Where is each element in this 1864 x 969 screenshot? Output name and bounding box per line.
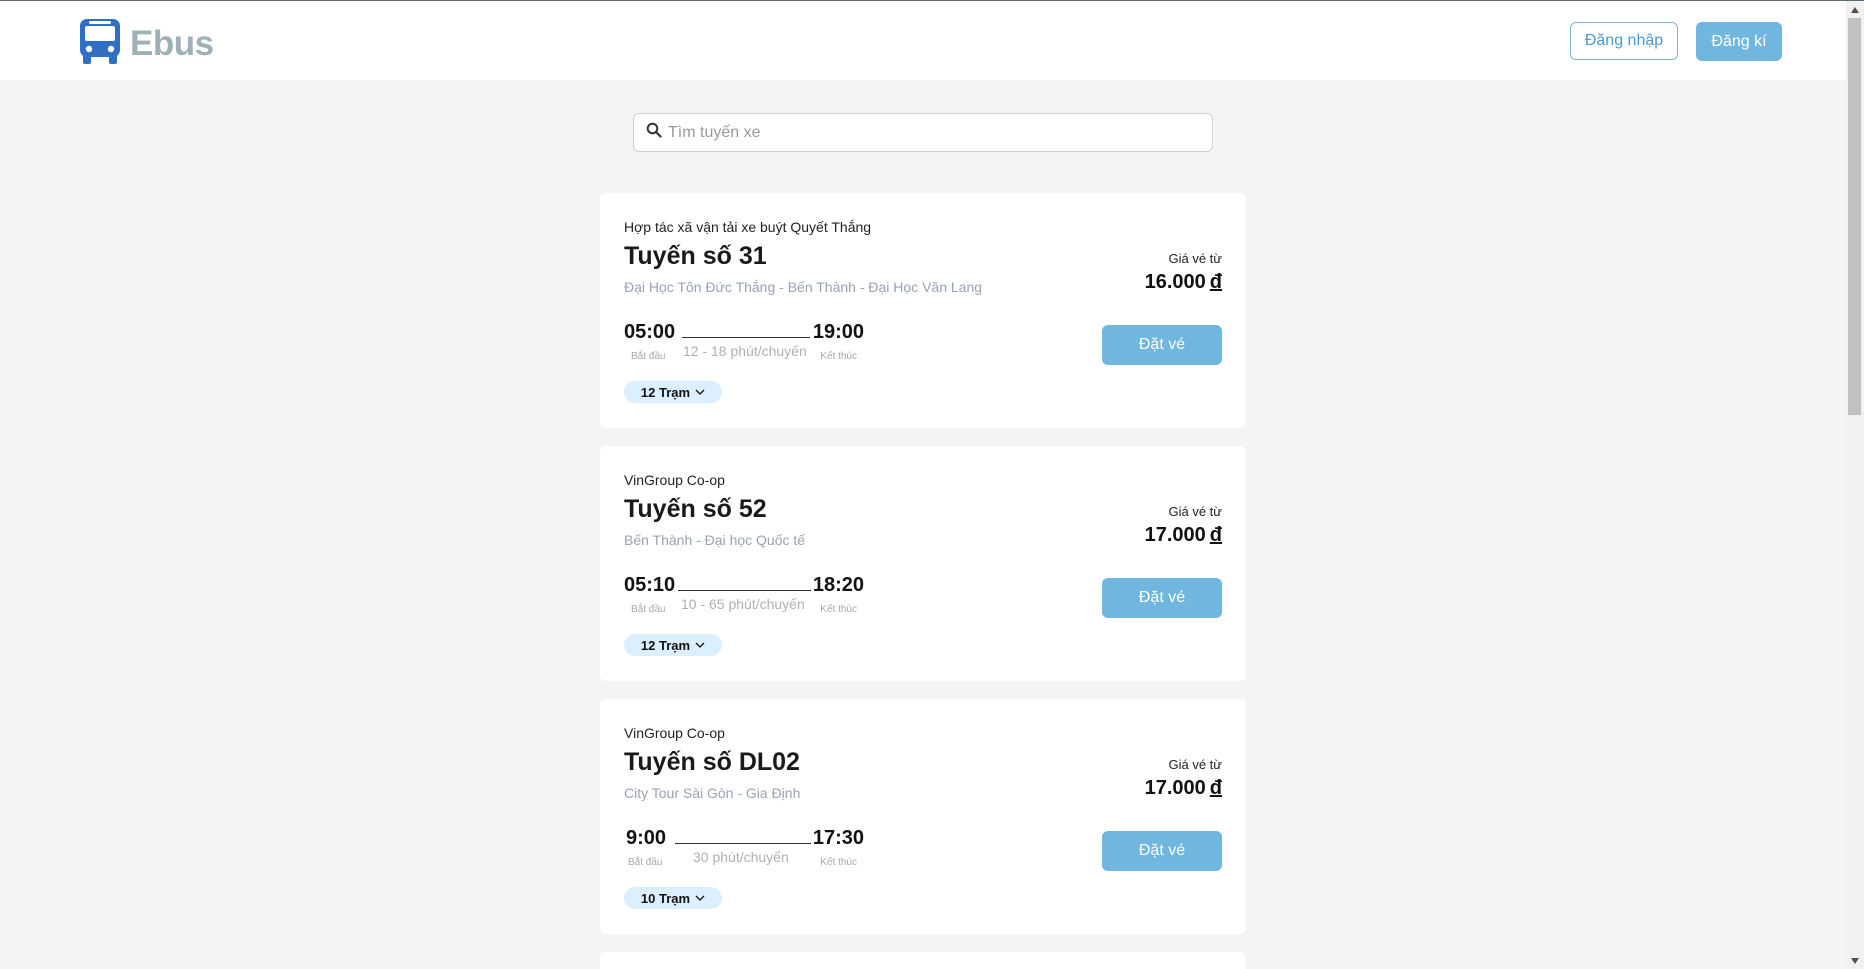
route-card: VinGroup Co-op Tuyến số 52 Bến Thành - Đ… <box>600 446 1246 681</box>
start-time-label: Bắt đầu <box>628 857 663 868</box>
price-label: Giá vé từ <box>1168 504 1223 519</box>
login-button[interactable]: Đăng nhập <box>1570 22 1678 60</box>
end-time-label: Kết thúc <box>820 604 857 615</box>
register-button[interactable]: Đăng kí <box>1696 22 1782 61</box>
top-navbar: Ebus Đăng nhập Đăng kí <box>0 1 1846 80</box>
route-company: VinGroup Co-op <box>624 472 725 488</box>
scroll-down-arrow-icon[interactable] <box>1846 952 1864 969</box>
start-time-label: Bắt đầu <box>631 351 666 362</box>
search-input[interactable] <box>666 122 1190 143</box>
route-card: Hợp tác xã vận tải xe buýt Quyết Thắng T… <box>600 193 1246 428</box>
price-currency: đ <box>1209 524 1222 546</box>
route-description: Bến Thành - Đại học Quốc tế <box>624 532 806 548</box>
stops-count: 10 Trạm <box>640 890 691 906</box>
route-description: City Tour Sài Gòn - Gia Định <box>624 785 801 801</box>
search-icon <box>634 122 662 143</box>
price-label: Giá vé từ <box>1168 757 1223 772</box>
route-card-partial <box>600 952 1246 969</box>
timeline-line <box>682 337 810 338</box>
trip-frequency: 10 - 65 phút/chuyến <box>681 596 805 612</box>
start-time-label: Bắt đầu <box>631 604 666 615</box>
trip-frequency: 12 - 18 phút/chuyến <box>683 343 807 359</box>
stops-toggle[interactable]: 10 Trạm <box>624 887 722 909</box>
chevron-down-icon <box>690 891 705 906</box>
route-search-box[interactable] <box>633 113 1213 152</box>
scroll-up-arrow-icon[interactable] <box>1846 1 1864 18</box>
price-amount: 17.000 <box>1144 777 1206 799</box>
start-time: 05:00 <box>624 321 676 343</box>
route-title: Tuyến số 31 <box>624 242 767 270</box>
end-time: 19:00 <box>812 321 864 343</box>
book-ticket-button[interactable]: Đặt vé <box>1102 831 1222 871</box>
chevron-down-icon <box>690 385 705 400</box>
scrollbar-thumb[interactable] <box>1848 18 1861 415</box>
route-title: Tuyến số DL02 <box>624 748 800 776</box>
price-value: 16.000 đ <box>1145 271 1222 294</box>
start-time: 05:10 <box>624 574 676 596</box>
price-value: 17.000 đ <box>1145 777 1222 800</box>
price-label: Giá vé từ <box>1168 251 1223 266</box>
price-currency: đ <box>1209 271 1222 293</box>
vertical-scrollbar[interactable] <box>1846 1 1864 969</box>
end-time-label: Kết thúc <box>820 351 857 362</box>
end-time-label: Kết thúc <box>820 857 857 868</box>
schedule-timeline: 05:10 10 - 65 phút/chuyến 18:20 Bắt đầu … <box>624 574 864 622</box>
trip-frequency: 30 phút/chuyến <box>693 849 789 865</box>
price-currency: đ <box>1209 777 1222 799</box>
price-amount: 17.000 <box>1144 524 1206 546</box>
route-company: VinGroup Co-op <box>624 725 725 741</box>
stops-toggle[interactable]: 12 Trạm <box>624 381 722 403</box>
route-description: Đại Học Tôn Đức Thắng - Bến Thành - Đại … <box>624 279 983 295</box>
schedule-timeline: 9:00 30 phút/chuyến 17:30 Bắt đầu Kết th… <box>624 827 864 875</box>
timeline-line <box>675 843 811 844</box>
end-time: 17:30 <box>812 827 864 849</box>
chevron-down-icon <box>690 638 705 653</box>
start-time: 9:00 <box>626 827 667 849</box>
stops-count: 12 Trạm <box>640 384 691 400</box>
book-ticket-button[interactable]: Đặt vé <box>1102 578 1222 618</box>
price-amount: 16.000 <box>1144 271 1206 293</box>
bus-icon <box>79 17 121 70</box>
brand-name: Ebus <box>130 23 214 63</box>
stops-toggle[interactable]: 12 Trạm <box>624 634 722 656</box>
brand-logo[interactable]: Ebus <box>79 17 214 70</box>
timeline-line <box>678 590 811 591</box>
stops-count: 12 Trạm <box>640 637 691 653</box>
schedule-timeline: 05:00 12 - 18 phút/chuyến 19:00 Bắt đầu … <box>624 321 864 369</box>
book-ticket-button[interactable]: Đặt vé <box>1102 325 1222 365</box>
end-time: 18:20 <box>812 574 864 596</box>
price-value: 17.000 đ <box>1145 524 1222 547</box>
route-company: Hợp tác xã vận tải xe buýt Quyết Thắng <box>624 219 872 235</box>
route-title: Tuyến số 52 <box>624 495 767 523</box>
route-card: VinGroup Co-op Tuyến số DL02 City Tour S… <box>600 699 1246 934</box>
